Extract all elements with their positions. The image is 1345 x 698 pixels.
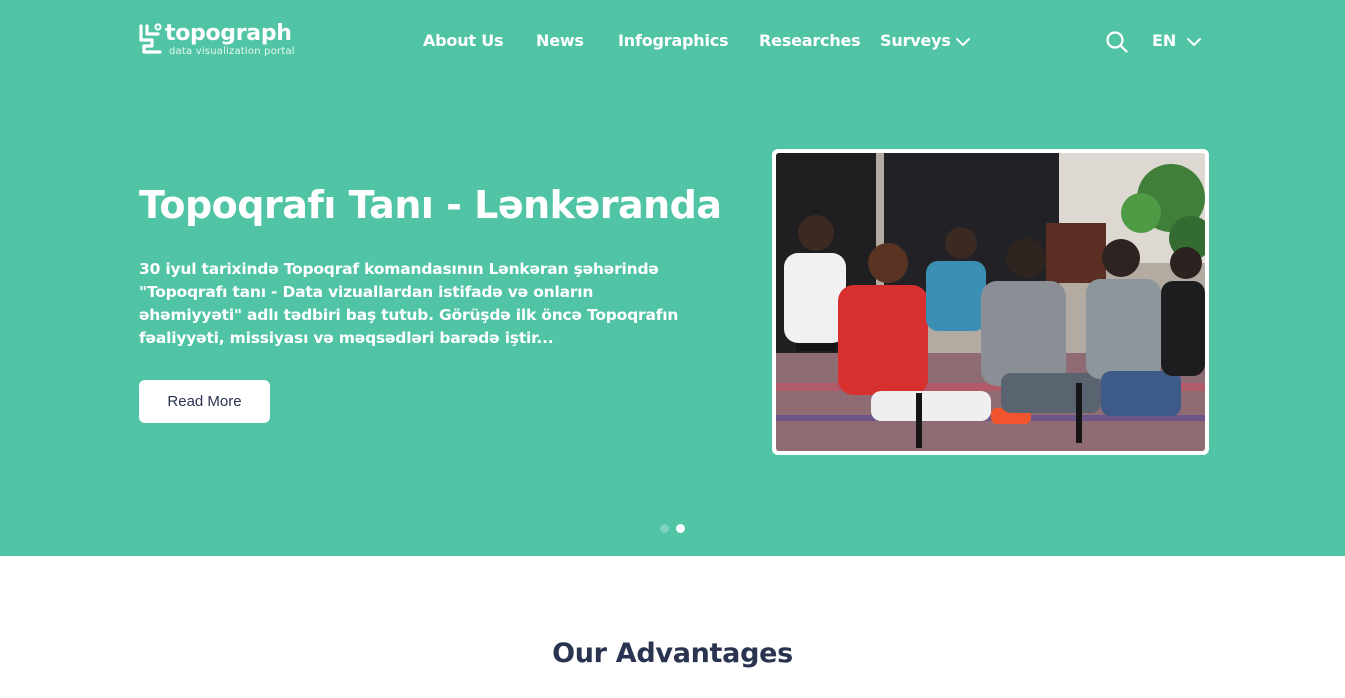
carousel-dot-active[interactable]: [676, 524, 685, 533]
logo-tagline: data visualization portal: [169, 46, 295, 57]
hero-title: Topoqrafı Tanı - Lənkəranda: [139, 183, 722, 227]
hero-description: 30 iyul tarixində Topoqraf komandasının …: [139, 260, 679, 347]
event-photo: [776, 153, 1205, 451]
section-title-advantages: Our Advantages: [552, 638, 793, 669]
nav-infographics[interactable]: Infographics: [618, 30, 729, 52]
site-logo[interactable]: topograph data visualization portal: [138, 20, 308, 60]
chevron-down-icon[interactable]: [1186, 37, 1202, 47]
nav-about-us[interactable]: About Us: [423, 30, 504, 52]
nav-news[interactable]: News: [536, 30, 584, 52]
language-selector[interactable]: EN: [1152, 30, 1176, 52]
chevron-down-icon[interactable]: [955, 37, 971, 47]
carousel-dot[interactable]: [660, 524, 669, 533]
hero-image-frame: [772, 149, 1209, 455]
hero-section: topograph data visualization portal Abou…: [0, 0, 1345, 556]
search-icon[interactable]: [1105, 30, 1129, 54]
nav-surveys[interactable]: Surveys: [880, 30, 951, 52]
nav-researches[interactable]: Researches: [759, 30, 861, 52]
topograph-logo-icon: [139, 23, 162, 54]
logo-name: topograph: [165, 21, 292, 46]
read-more-button[interactable]: Read More: [139, 380, 270, 423]
